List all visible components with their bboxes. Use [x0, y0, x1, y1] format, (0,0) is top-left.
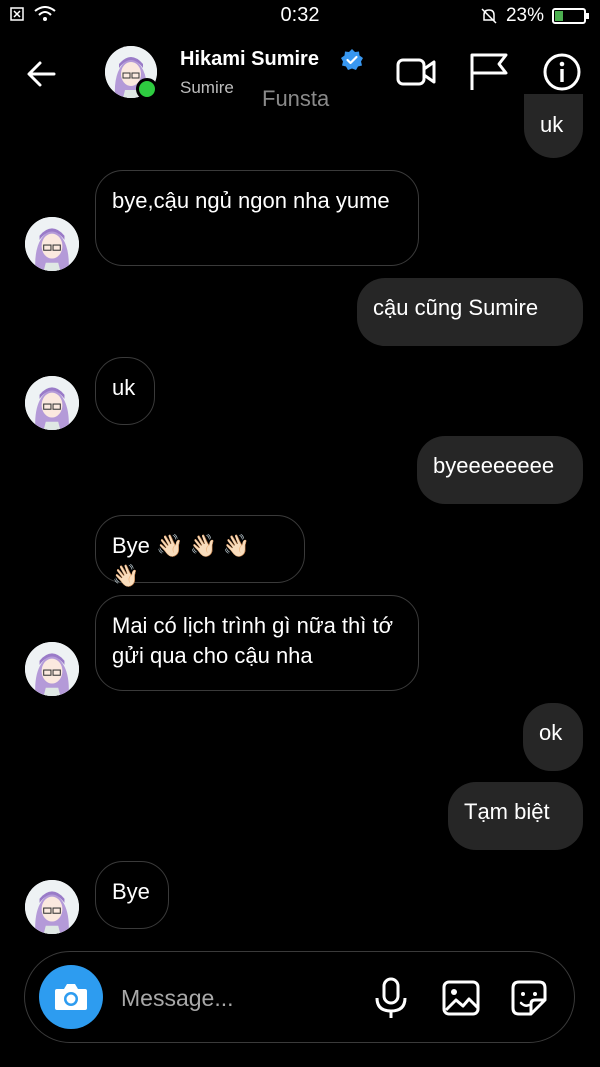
camera-icon	[55, 984, 87, 1010]
message-text: Bye	[112, 533, 150, 558]
sender-avatar[interactable]	[25, 376, 79, 430]
battery-percent: 23%	[505, 5, 544, 26]
battery-icon	[552, 8, 589, 24]
contact-name[interactable]: Hikami Sumire	[180, 48, 319, 71]
sender-avatar[interactable]	[25, 642, 79, 696]
video-call-icon[interactable]	[394, 50, 438, 94]
message-text: bye,cậu ngủ ngon nha yume	[112, 188, 390, 213]
gallery-icon[interactable]	[441, 976, 481, 1020]
verified-badge-icon	[341, 49, 363, 70]
message-bubble-incoming[interactable]: uk	[95, 357, 155, 425]
message-text: uk	[540, 112, 564, 137]
account-label: Funsta	[262, 86, 330, 111]
message-bubble-outgoing[interactable]: ok	[523, 703, 583, 771]
message-bubble-incoming[interactable]: Mai có lịch trình gì nữa thì tớ gửi qua …	[95, 595, 419, 691]
message-bubble-outgoing[interactable]: Tạm biệt	[448, 782, 583, 850]
message-bubble-outgoing[interactable]: cậu cũng Sumire	[357, 278, 583, 346]
message-bubble-outgoing[interactable]: byeeeeeeee	[417, 436, 583, 504]
message-text: byeeeeeeee	[433, 453, 555, 478]
message-bubble-incoming[interactable]: Bye	[95, 861, 169, 929]
status-bar: 0:32 23%	[0, 0, 600, 32]
sender-avatar[interactable]	[25, 880, 79, 934]
message-bubble-incoming[interactable]: Bye 👋🏻👋🏻👋🏻👋🏻	[95, 515, 305, 588]
contact-username: Sumire	[180, 78, 234, 97]
bell-muted-icon	[481, 8, 497, 24]
message-bubble-outgoing[interactable]: uk	[524, 94, 583, 158]
sender-avatar[interactable]	[25, 217, 79, 271]
microphone-icon[interactable]	[371, 976, 411, 1020]
message-text: cậu cũng Sumire	[373, 295, 539, 320]
info-icon[interactable]	[540, 50, 584, 94]
online-status-dot	[136, 78, 158, 100]
message-text: Tạm biệt	[464, 799, 550, 824]
flag-icon[interactable]	[466, 50, 510, 94]
message-text: Bye	[112, 879, 150, 904]
message-text: Mai có lịch trình gì nữa thì tớ gửi qua …	[112, 613, 394, 668]
back-arrow-icon[interactable]	[22, 54, 62, 94]
message-composer	[24, 951, 575, 1043]
message-text: ok	[539, 720, 563, 745]
sticker-icon[interactable]	[509, 976, 549, 1020]
message-bubble-incoming[interactable]: bye,cậu ngủ ngon nha yume	[95, 170, 419, 266]
message-text: uk	[112, 375, 136, 400]
message-input[interactable]	[121, 980, 361, 1016]
camera-button[interactable]	[39, 965, 103, 1029]
